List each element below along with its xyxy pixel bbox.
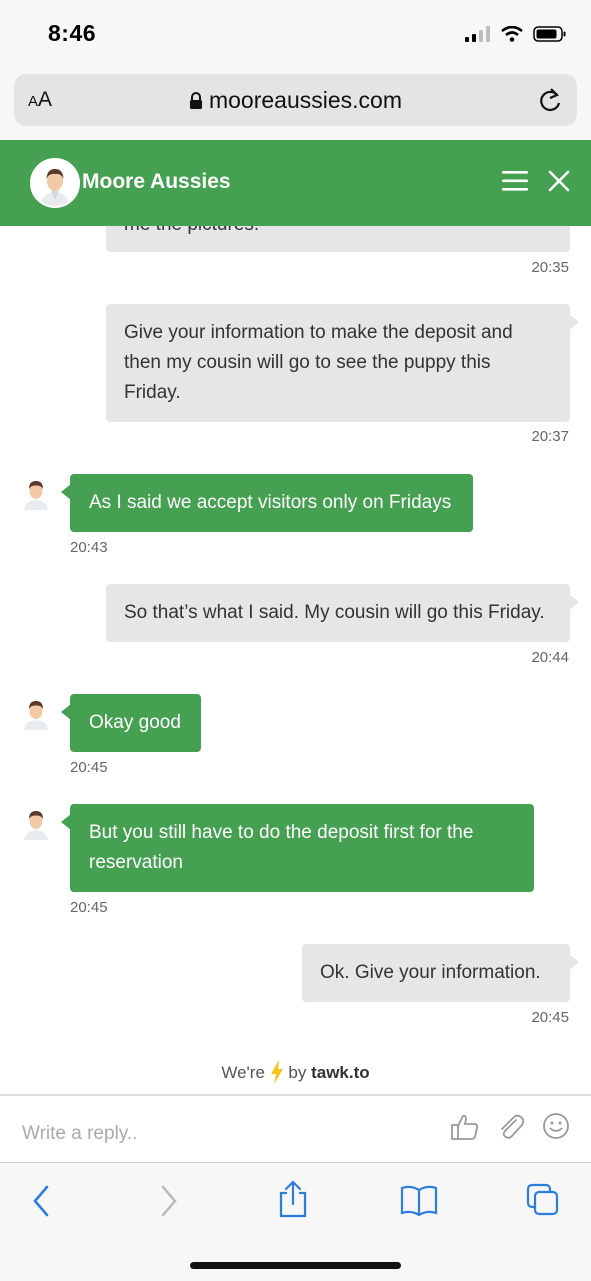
message-time: 20:45 xyxy=(70,899,108,916)
powered-by-branding[interactable]: We're by tawk.to xyxy=(0,1060,591,1084)
branding-prefix: We're xyxy=(221,1063,265,1082)
visitor-message: me the pictures. xyxy=(106,226,570,252)
message-list[interactable]: me the pictures. 20:35 Give your informa… xyxy=(0,226,591,1092)
back-icon[interactable] xyxy=(30,1183,52,1219)
chat-header: Moore Aussies xyxy=(0,140,591,226)
message-text: Ok. Give your information. xyxy=(320,962,541,983)
visitor-message: So that’s what I said. My cousin will go… xyxy=(106,584,579,642)
message-time: 20:45 xyxy=(70,759,108,776)
message-time: 20:44 xyxy=(531,649,569,666)
url-text: mooreaussies.com xyxy=(208,87,403,113)
reply-input[interactable] xyxy=(20,1122,424,1146)
reload-icon[interactable] xyxy=(537,86,563,114)
visitor-message: Give your information to make the deposi… xyxy=(106,304,579,422)
message-time: 20:43 xyxy=(70,539,108,556)
attachment-icon[interactable] xyxy=(496,1112,526,1142)
signal-icon xyxy=(465,26,490,42)
tabs-icon[interactable] xyxy=(526,1183,560,1217)
message-text: Okay good xyxy=(89,712,181,733)
message-text: me the pictures. xyxy=(124,226,259,235)
agent-avatar xyxy=(30,158,80,208)
message-text: Give your information to make the deposi… xyxy=(124,322,513,403)
agent-avatar xyxy=(24,701,48,730)
home-indicator[interactable] xyxy=(190,1262,401,1269)
wifi-icon xyxy=(501,26,523,42)
url-field[interactable]: mooreaussies.com xyxy=(14,87,577,114)
bookmarks-icon[interactable] xyxy=(400,1185,438,1217)
browser-address-area: AA mooreaussies.com xyxy=(0,62,591,140)
message-text: As I said we accept visitors only on Fri… xyxy=(89,492,452,513)
thumbs-up-icon[interactable] xyxy=(450,1112,480,1142)
visitor-message: Ok. Give your information. xyxy=(302,944,579,1002)
agent-avatar xyxy=(24,481,48,510)
agent-message: Okay good xyxy=(61,694,201,752)
agent-message: But you still have to do the deposit fir… xyxy=(61,804,534,892)
share-icon[interactable] xyxy=(278,1179,308,1219)
reply-composer xyxy=(0,1094,591,1164)
agent-message: As I said we accept visitors only on Fri… xyxy=(61,474,473,532)
lightning-icon xyxy=(270,1060,283,1084)
status-time: 8:46 xyxy=(48,20,97,46)
status-bar: 8:46 xyxy=(0,0,591,70)
emoji-icon[interactable] xyxy=(542,1112,570,1140)
message-text: But you still have to do the deposit fir… xyxy=(89,822,474,873)
message-time: 20:35 xyxy=(531,259,569,276)
branding-by: by xyxy=(288,1063,307,1082)
message-text: So that’s what I said. My cousin will go… xyxy=(124,602,545,623)
close-icon[interactable] xyxy=(548,170,570,192)
agent-avatar xyxy=(24,811,48,840)
address-bar[interactable]: AA mooreaussies.com xyxy=(14,74,577,126)
menu-icon[interactable] xyxy=(502,170,528,192)
message-time: 20:45 xyxy=(531,1009,569,1026)
branding-name: tawk.to xyxy=(311,1063,370,1082)
lock-icon xyxy=(189,92,202,109)
chat-title: Moore Aussies xyxy=(82,170,231,193)
status-icons xyxy=(465,26,567,42)
battery-icon xyxy=(533,26,566,42)
message-time: 20:37 xyxy=(531,428,569,445)
forward-icon[interactable] xyxy=(158,1183,180,1219)
